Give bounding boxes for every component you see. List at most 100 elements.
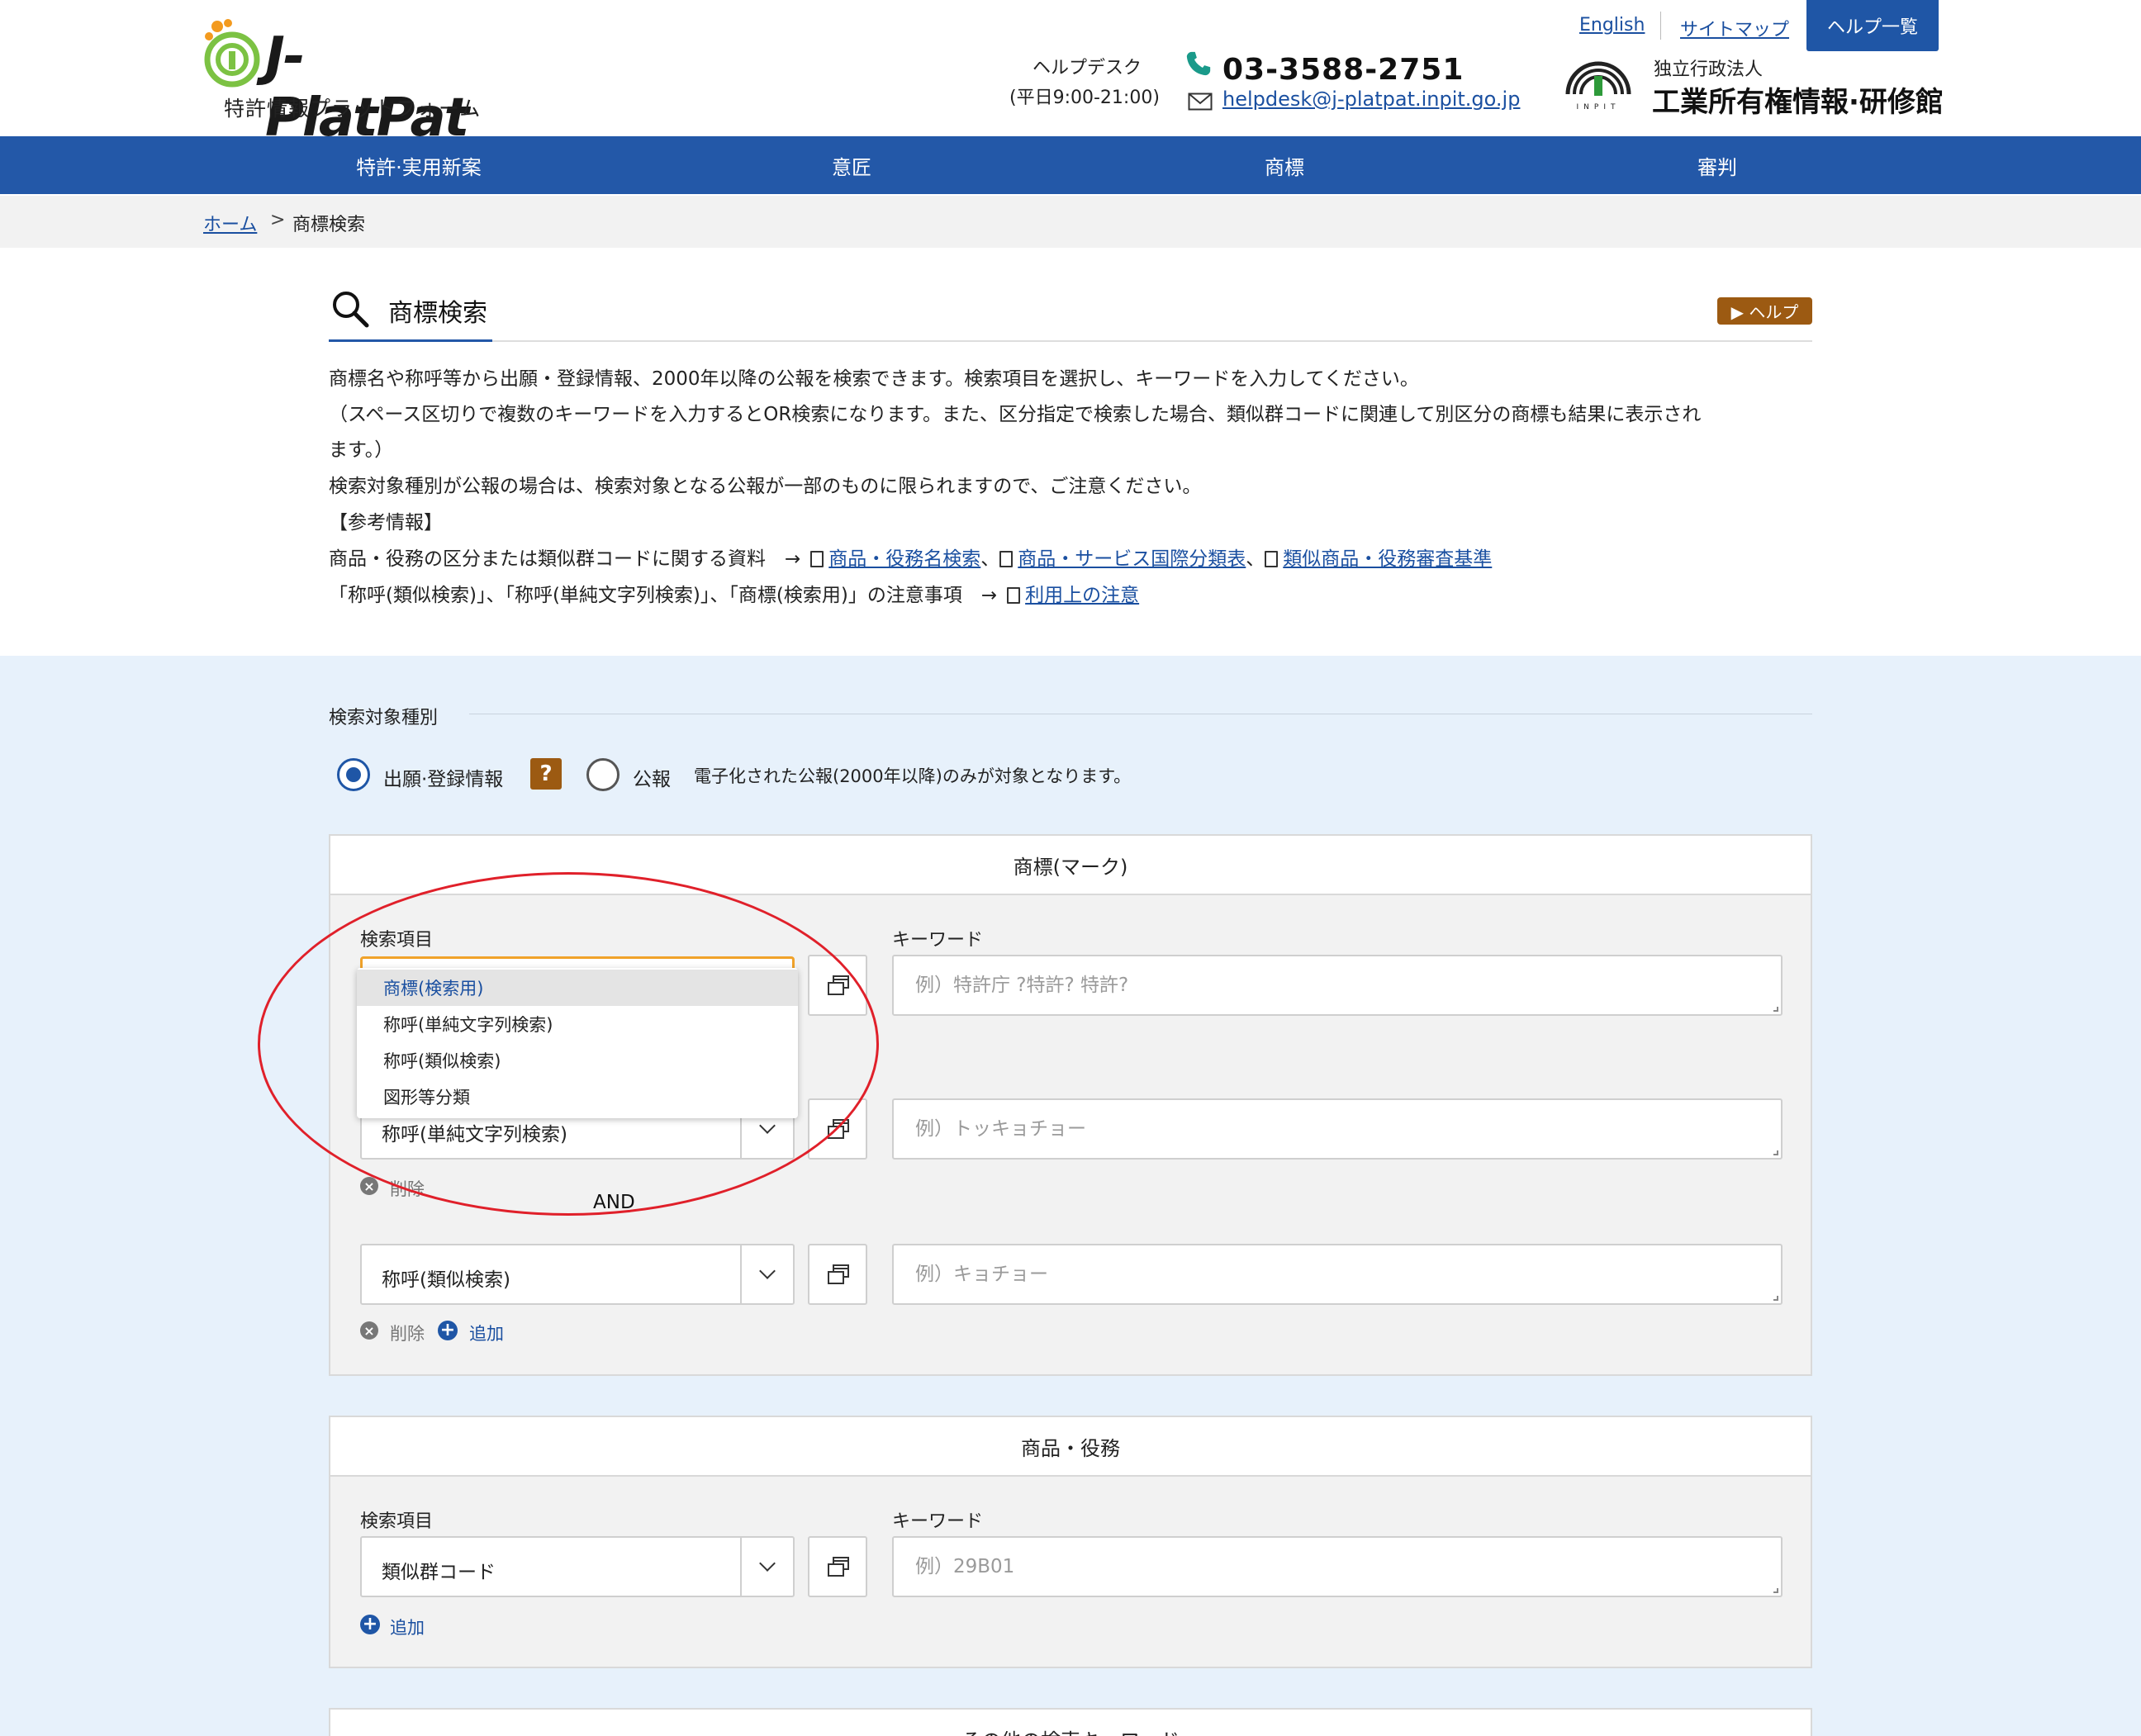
site-header: J-PlatPat 特許情報プラットフォーム ヘルプデスク (平日9:00-21… bbox=[0, 0, 2141, 149]
radio-gazette-label[interactable]: 公報 bbox=[633, 763, 671, 791]
resize-grip-icon bbox=[1773, 1007, 1778, 1012]
search-item-label: 検索項目 bbox=[360, 930, 434, 951]
copy-icon bbox=[828, 1557, 849, 1577]
mail-icon bbox=[1188, 92, 1213, 111]
nav-design[interactable]: 意匠 bbox=[635, 136, 1068, 194]
breadcrumb-separator: > bbox=[270, 210, 286, 230]
other-panel-title: その他の検索キーワード bbox=[330, 1710, 1811, 1736]
goods-select-value: 類似群コード bbox=[382, 1562, 496, 1583]
inpit-mark-text: INPIT bbox=[1577, 103, 1621, 111]
question-help-icon[interactable]: ? bbox=[530, 758, 562, 790]
logo-mark-icon bbox=[204, 19, 260, 88]
help-button[interactable]: ▶ ヘルプ bbox=[1717, 297, 1812, 325]
inpit-org-type: 独立行政法人 bbox=[1654, 59, 1764, 80]
goods-copy-button[interactable] bbox=[808, 1536, 867, 1597]
keyword-field-3[interactable] bbox=[894, 1245, 1781, 1303]
intro-text-2: （スペース区切りで複数のキーワードを入力するとOR検索になります。また、区分指定… bbox=[329, 404, 1702, 425]
search-icon bbox=[333, 292, 369, 328]
copy-button-3[interactable] bbox=[808, 1244, 867, 1305]
dropdown-option-figure-class[interactable]: 図形等分類 bbox=[357, 1079, 798, 1115]
dropdown-option-simple-string[interactable]: 称呼(単純文字列検索) bbox=[357, 1006, 798, 1042]
document-icon bbox=[1007, 587, 1021, 604]
chevron-down-icon[interactable] bbox=[740, 1245, 793, 1303]
copy-button-1[interactable] bbox=[808, 955, 867, 1016]
document-icon bbox=[999, 551, 1014, 567]
goods-search-item-label: 検索項目 bbox=[360, 1511, 434, 1532]
keyword-input-3[interactable] bbox=[892, 1244, 1783, 1305]
add-icon[interactable]: + bbox=[360, 1615, 380, 1634]
main-nav: 特許·実用新案 意匠 商標 審判 bbox=[0, 136, 2141, 194]
search-item-dropdown: 商標(検索用) 称呼(単純文字列検索) 称呼(類似検索) 図形等分類 bbox=[357, 968, 798, 1118]
radio-application-registration-label[interactable]: 出願·登録情報 bbox=[383, 763, 503, 791]
helpdesk-phone: 03-3588-2751 bbox=[1222, 53, 1465, 87]
helpdesk-hours: (平日9:00-21:00) bbox=[1009, 88, 1160, 108]
reference-goods-line: 商品・役務の区分または類似群コードに関する資料 → 商品・役務名検索、 商品・サービ… bbox=[329, 547, 1492, 572]
breadcrumb-home-link[interactable]: ホーム bbox=[203, 210, 257, 236]
nav-patent[interactable]: 特許·実用新案 bbox=[202, 136, 635, 194]
goods-panel-title: 商品・役務 bbox=[330, 1417, 1811, 1477]
exam-standard-link[interactable]: 類似商品・役務審査基準 bbox=[1283, 548, 1492, 570]
intl-classification-link[interactable]: 商品・サービス国際分類表 bbox=[1018, 548, 1246, 570]
goods-search-item-select[interactable]: 類似群コード bbox=[360, 1536, 795, 1597]
logo-text: J-PlatPat bbox=[265, 26, 469, 149]
sitemap-link[interactable]: サイトマップ bbox=[1680, 15, 1789, 41]
delete-icon[interactable]: × bbox=[360, 1177, 378, 1195]
goods-keyword-label: キーワード bbox=[892, 1511, 984, 1532]
radio-gazette[interactable] bbox=[586, 758, 620, 791]
intro-text-3: ます。） bbox=[329, 439, 394, 461]
usage-notes-link[interactable]: 利用上の注意 bbox=[1025, 585, 1139, 606]
radio-application-registration[interactable] bbox=[337, 758, 370, 791]
select-value-2: 称呼(単純文字列検索) bbox=[382, 1124, 567, 1145]
helpdesk-label: ヘルプデスク bbox=[1033, 58, 1142, 78]
delete-row-2-button[interactable]: 削除 bbox=[390, 1176, 425, 1201]
keyword-label: キーワード bbox=[892, 930, 984, 951]
goods-add-row-button[interactable]: 追加 bbox=[390, 1615, 425, 1639]
other-keywords-panel: その他の検索キーワード bbox=[329, 1708, 1812, 1736]
title-divider-accent bbox=[329, 339, 492, 342]
dropdown-option-trademark[interactable]: 商標(検索用) bbox=[357, 970, 798, 1006]
logo-subtitle: 特許情報プラットフォーム bbox=[224, 97, 482, 121]
copy-icon bbox=[828, 1119, 849, 1139]
mark-panel-title: 商標(マーク) bbox=[330, 836, 1811, 895]
reference-notes-prefix: 「称呼(類似検索)」、「称呼(単純文字列検索)」、「商標(検索用)」の注意事項 … bbox=[329, 585, 998, 606]
document-icon bbox=[1265, 551, 1279, 567]
resize-grip-icon bbox=[1773, 1150, 1778, 1155]
keyword-field-1[interactable] bbox=[894, 956, 1781, 1014]
reference-notes-line: 「称呼(類似検索)」、「称呼(単純文字列検索)」、「商標(検索用)」の注意事項 … bbox=[329, 583, 1139, 608]
copy-button-2[interactable] bbox=[808, 1098, 867, 1160]
list-separator: 、 bbox=[980, 548, 1000, 570]
phone-icon bbox=[1186, 51, 1211, 76]
reference-goods-prefix: 商品・役務の区分または類似群コードに関する資料 → bbox=[329, 548, 801, 570]
copy-icon bbox=[828, 1264, 849, 1284]
dropdown-option-similar[interactable]: 称呼(類似検索) bbox=[357, 1042, 798, 1079]
resize-grip-icon bbox=[1773, 1588, 1778, 1593]
help-list-button[interactable]: ヘルプ一覧 bbox=[1806, 0, 1939, 51]
resize-grip-icon bbox=[1773, 1296, 1778, 1301]
top-links-divider bbox=[1660, 12, 1661, 40]
delete-row-3-button[interactable]: 削除 bbox=[390, 1321, 425, 1345]
helpdesk-email-link[interactable]: helpdesk@j-platpat.inpit.go.jp bbox=[1222, 88, 1520, 111]
search-item-select-3[interactable]: 称呼(類似検索) bbox=[360, 1244, 795, 1305]
and-operator-label: AND bbox=[593, 1192, 635, 1213]
breadcrumb-current: 商標検索 bbox=[292, 215, 366, 235]
inpit-org-name: 工業所有権情報·研修館 bbox=[1652, 86, 1944, 119]
title-divider bbox=[329, 340, 1812, 342]
intro-text-4: 検索対象種別が公報の場合は、検索対象となる公報が一部のものに限られますので、ご注… bbox=[329, 476, 1202, 497]
chevron-down-icon[interactable] bbox=[740, 1538, 793, 1596]
add-icon[interactable]: + bbox=[438, 1321, 458, 1340]
english-link[interactable]: English bbox=[1579, 15, 1645, 36]
goods-keyword-input[interactable] bbox=[892, 1536, 1783, 1597]
keyword-input-2[interactable] bbox=[892, 1098, 1783, 1160]
add-row-button[interactable]: 追加 bbox=[469, 1321, 504, 1345]
document-icon bbox=[810, 551, 824, 567]
reference-heading: 【参考情報】 bbox=[329, 512, 443, 534]
jplatpat-logo[interactable]: J-PlatPat 特許情報プラットフォーム bbox=[201, 18, 498, 149]
goods-name-search-link[interactable]: 商品・役務名検索 bbox=[828, 548, 980, 570]
nav-trial[interactable]: 審判 bbox=[1501, 136, 1934, 194]
goods-keyword-field[interactable] bbox=[894, 1538, 1781, 1596]
keyword-input-1[interactable] bbox=[892, 955, 1783, 1016]
keyword-field-2[interactable] bbox=[894, 1100, 1781, 1158]
nav-trademark[interactable]: 商標 bbox=[1068, 136, 1501, 194]
delete-icon[interactable]: × bbox=[360, 1321, 378, 1340]
search-target-label: 検索対象種別 bbox=[329, 708, 439, 728]
